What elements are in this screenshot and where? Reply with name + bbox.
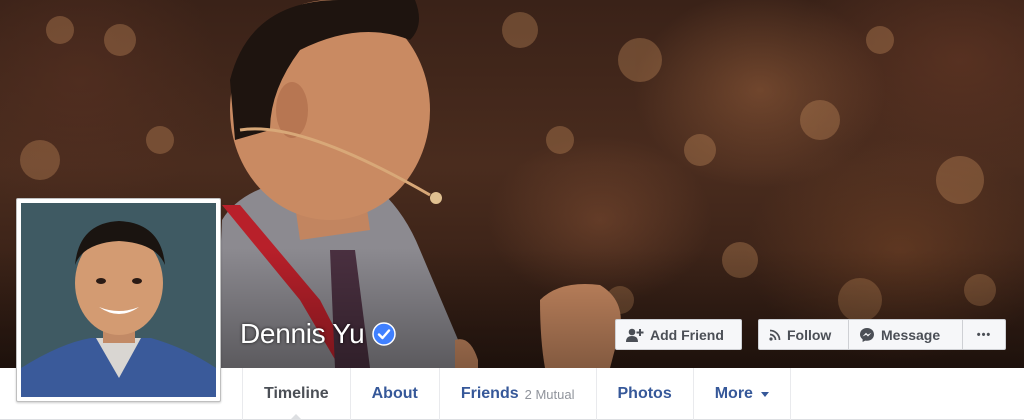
follow-button[interactable]: Follow [758,319,849,350]
tab-timeline[interactable]: Timeline [242,368,351,420]
add-friend-label: Add Friend [650,326,724,343]
rss-icon [769,329,781,341]
profile-name[interactable]: Dennis Yu [240,318,365,350]
tab-photos-label: Photos [617,385,672,402]
more-options-button[interactable]: ••• [962,319,1006,350]
profile-actions-group: Follow Message ••• [758,319,1006,350]
add-friend-button[interactable]: Add Friend [615,319,742,350]
profile-picture[interactable] [16,198,221,402]
messenger-icon [860,327,874,342]
tab-timeline-label: Timeline [264,385,329,402]
tab-more-label: More [714,385,753,402]
tab-more[interactable]: More [694,368,791,420]
message-label: Message [881,326,941,343]
chevron-down-icon [760,391,769,397]
add-friend-icon [626,328,644,342]
tab-friends-label: Friends [460,385,519,402]
profile-photo-image [21,203,216,397]
mutual-friends-count: 2 Mutual [524,386,575,402]
tab-about[interactable]: About [351,368,440,420]
message-button[interactable]: Message [848,319,963,350]
tab-about-label: About [371,385,418,402]
profile-name-wrap: Dennis Yu [240,318,397,350]
follow-label: Follow [787,326,832,343]
more-options-label: ••• [976,328,992,341]
tab-photos[interactable]: Photos [597,368,694,420]
profile-tabs: Timeline About Friends 2 Mutual Photos M… [242,368,791,420]
tab-friends[interactable]: Friends 2 Mutual [440,368,597,420]
verified-badge-icon [372,322,397,346]
